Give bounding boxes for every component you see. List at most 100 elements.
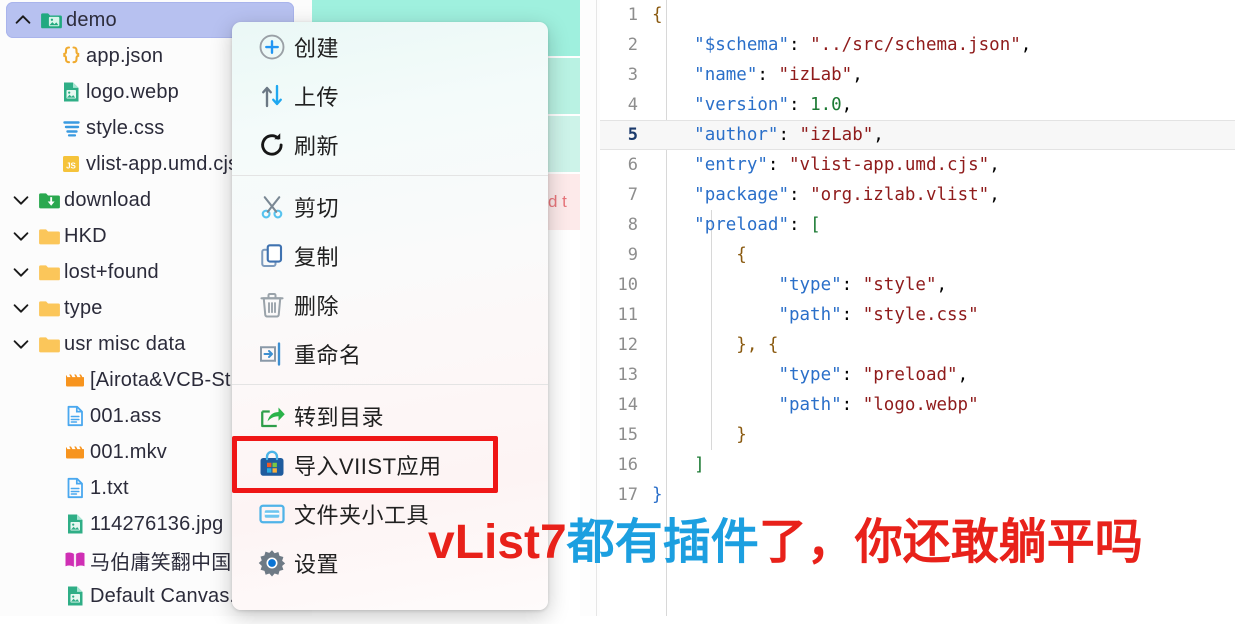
- svg-text:JS: JS: [66, 162, 76, 171]
- css-file-icon: [56, 116, 86, 140]
- context-menu-item[interactable]: 删除: [232, 280, 548, 329]
- code-text: "package": "org.izlab.vlist",: [694, 185, 1000, 205]
- annotation-part-1: vList7: [428, 516, 567, 569]
- js-file-icon: JS: [56, 152, 86, 176]
- code-text: ]: [694, 455, 705, 475]
- line-number: 5: [627, 125, 638, 145]
- line-number: 14: [617, 395, 638, 415]
- context-menu-label: 创建: [294, 35, 340, 61]
- context-menu-item[interactable]: 创建: [232, 22, 548, 71]
- plus-circle-icon: [250, 32, 294, 62]
- folder-download-green-icon: [34, 188, 64, 213]
- code-line[interactable]: 11 "path": "style.css": [600, 300, 1235, 330]
- code-line[interactable]: 5 "author": "izLab",: [600, 120, 1235, 150]
- file-tree-label: vlist-app.umd.cjs: [86, 152, 239, 175]
- line-number: 4: [627, 95, 638, 115]
- file-tree-label: usr misc data: [64, 332, 186, 355]
- line-number: 17: [617, 485, 638, 505]
- share-export-icon: [250, 401, 294, 431]
- copy-icon: [250, 241, 294, 271]
- code-line[interactable]: 14 "path": "logo.webp": [600, 390, 1235, 420]
- code-line[interactable]: 1{: [600, 0, 1235, 30]
- context-menu-item[interactable]: 重命名: [232, 329, 548, 378]
- chevron-down-icon[interactable]: [8, 333, 34, 355]
- store-bag-icon: [250, 450, 294, 480]
- image-file-green-icon: [60, 584, 90, 608]
- chevron-down-icon[interactable]: [8, 189, 34, 211]
- code-line[interactable]: 6 "entry": "vlist-app.umd.cjs",: [600, 150, 1235, 180]
- code-text: "entry": "vlist-app.umd.cjs",: [694, 155, 1000, 175]
- context-menu-label: 重命名: [294, 342, 362, 368]
- code-text: "path": "logo.webp": [778, 395, 979, 415]
- folder-yellow-icon: [34, 296, 64, 321]
- context-menu-item[interactable]: 导入VIIST应用: [232, 440, 548, 489]
- line-number: 8: [627, 215, 638, 235]
- context-menu-item[interactable]: 刷新: [232, 120, 548, 169]
- code-line[interactable]: 10 "type": "style",: [600, 270, 1235, 300]
- code-text: }: [736, 425, 747, 445]
- code-line[interactable]: 8 "preload": [: [600, 210, 1235, 240]
- gear-icon: [250, 548, 294, 578]
- code-text: "type": "preload",: [778, 365, 969, 385]
- context-menu-label: 剪切: [294, 195, 340, 221]
- code-text: {: [736, 245, 747, 265]
- context-menu-label: 复制: [294, 244, 340, 270]
- code-line[interactable]: 7 "package": "org.izlab.vlist",: [600, 180, 1235, 210]
- code-text: "version": 1.0,: [694, 95, 853, 115]
- context-menu-label: 刷新: [294, 133, 340, 159]
- code-line[interactable]: 12 }, {: [600, 330, 1235, 360]
- line-number: 7: [627, 185, 638, 205]
- file-tree-label: demo: [66, 8, 117, 31]
- code-lines: 1{2 "$schema": "../src/schema.json", 3 "n…: [600, 0, 1235, 510]
- annotation-text: vList7都有插件了，你还敢躺平吗: [428, 519, 1143, 567]
- context-menu-label: 文件夹小工具: [294, 502, 430, 528]
- line-number: 12: [617, 335, 638, 355]
- file-tree-label: style.css: [86, 116, 165, 139]
- file-tree-label: [Airota&VCB-St: [90, 368, 231, 391]
- folder-yellow-icon: [34, 260, 64, 285]
- code-line[interactable]: 9 {: [600, 240, 1235, 270]
- file-tree-label: 114276136.jpg: [90, 512, 224, 535]
- context-menu-label: 删除: [294, 293, 340, 319]
- context-menu-separator: [232, 175, 548, 176]
- line-number: 6: [627, 155, 638, 175]
- code-line[interactable]: 3 "name": "izLab",: [600, 60, 1235, 90]
- chevron-up-icon[interactable]: [10, 9, 36, 31]
- code-line[interactable]: 16 ]: [600, 450, 1235, 480]
- context-menu-item[interactable]: 剪切: [232, 182, 548, 231]
- file-tree-label: 1.txt: [90, 476, 129, 499]
- code-text: "author": "izLab",: [694, 125, 884, 145]
- code-line[interactable]: 4 "version": 1.0,: [600, 90, 1235, 120]
- image-file-green-icon: [56, 80, 86, 104]
- line-number: 1: [627, 5, 638, 25]
- folder-yellow-icon: [34, 332, 64, 357]
- rename-icon: [250, 339, 294, 369]
- code-text: "$schema": "../src/schema.json",: [694, 35, 1032, 55]
- chevron-down-icon[interactable]: [8, 261, 34, 283]
- code-line[interactable]: 2 "$schema": "../src/schema.json",: [600, 30, 1235, 60]
- code-text: "name": "izLab",: [694, 65, 863, 85]
- file-tree-label: lost+found: [64, 260, 159, 283]
- background-text-fragment: d t: [548, 192, 567, 211]
- scissors-icon: [250, 192, 294, 222]
- code-line[interactable]: 13 "type": "preload",: [600, 360, 1235, 390]
- chevron-down-icon[interactable]: [8, 297, 34, 319]
- line-number: 10: [617, 275, 638, 295]
- file-tree-label: app.json: [86, 44, 164, 67]
- code-text: }, {: [736, 335, 779, 355]
- annotation-part-2: 都有插件: [566, 516, 759, 569]
- line-number: 16: [617, 455, 638, 475]
- upload-arrows-icon: [250, 81, 294, 111]
- code-line[interactable]: 15 }: [600, 420, 1235, 450]
- context-menu-label: 设置: [294, 551, 340, 577]
- context-menu-item[interactable]: 复制: [232, 231, 548, 280]
- file-tree-label: type: [64, 296, 103, 319]
- folder-image-green-icon: [36, 8, 66, 33]
- context-menu-item[interactable]: 转到目录: [232, 391, 548, 440]
- code-line[interactable]: 17}: [600, 480, 1235, 510]
- context-menu-item[interactable]: 上传: [232, 71, 548, 120]
- chevron-down-icon[interactable]: [8, 225, 34, 247]
- file-tree-label: download: [64, 188, 152, 211]
- line-number: 3: [627, 65, 638, 85]
- context-menu-separator: [232, 384, 548, 385]
